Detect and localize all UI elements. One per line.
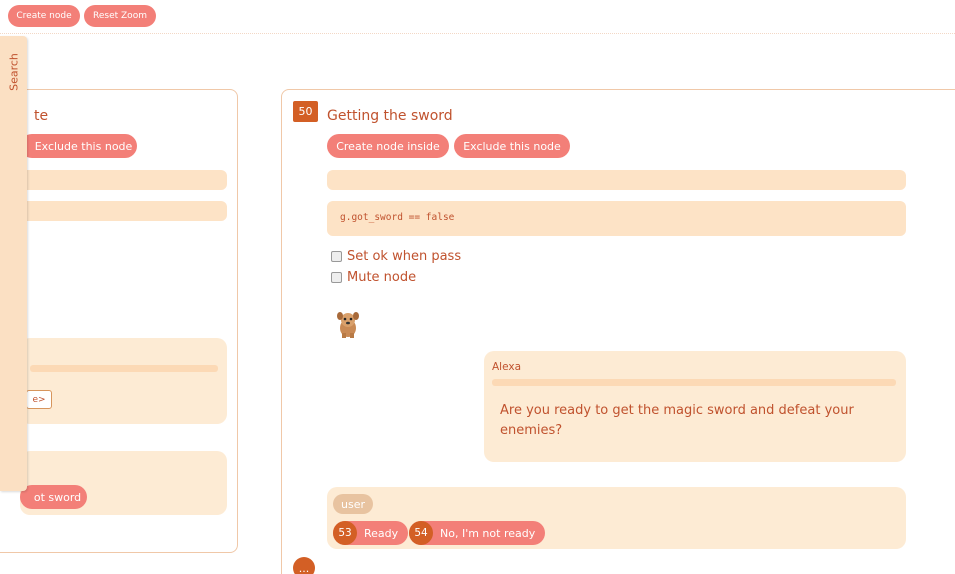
- create-node-button[interactable]: Create node: [8, 5, 80, 27]
- npc-message[interactable]: Are you ready to get the magic sword and…: [500, 401, 890, 441]
- user-tag: user: [333, 494, 373, 514]
- left-condition-field[interactable]: [20, 170, 227, 190]
- left-node-title: te: [34, 108, 49, 124]
- exclude-node-button[interactable]: Exclude this node: [454, 134, 570, 158]
- node-title: Getting the sword: [327, 108, 453, 124]
- left-answer-button[interactable]: ot sword: [20, 485, 87, 509]
- character-avatar-icon: [337, 312, 359, 338]
- answer-button-not-ready[interactable]: 54 No, I'm not ready: [409, 521, 546, 545]
- mute-node-checkbox-row[interactable]: Mute node: [331, 270, 416, 285]
- answer-label: No, I'm not ready: [440, 526, 536, 540]
- reset-zoom-button[interactable]: Reset Zoom: [84, 5, 156, 27]
- node-label-field[interactable]: [327, 170, 906, 190]
- set-ok-label: Set ok when pass: [347, 249, 462, 264]
- condition-code: g.got_sword == false: [340, 212, 455, 223]
- left-exclude-button[interactable]: Exclude this node: [20, 134, 137, 158]
- search-tab-label: Search: [7, 53, 20, 91]
- left-code-field[interactable]: [20, 201, 227, 221]
- condition-field[interactable]: g.got_sword == false: [327, 201, 906, 236]
- mute-node-label: Mute node: [347, 270, 417, 285]
- answer-label: Ready: [364, 526, 399, 540]
- node-id-badge: 50: [293, 101, 318, 122]
- left-npc-block: [20, 338, 227, 424]
- mute-node-checkbox[interactable]: [331, 272, 342, 283]
- set-ok-checkbox-row[interactable]: Set ok when pass: [331, 249, 461, 264]
- search-tab[interactable]: Search: [0, 36, 27, 491]
- answer-button-ready[interactable]: 53 Ready: [333, 521, 409, 545]
- answer-id-badge: 54: [409, 521, 433, 545]
- npc-speaker-name: Alexa: [492, 361, 522, 373]
- create-node-inside-button[interactable]: Create node inside: [327, 134, 449, 158]
- left-inline-button[interactable]: e>: [26, 390, 52, 409]
- set-ok-checkbox[interactable]: [331, 251, 342, 262]
- answer-id-badge: 53: [333, 521, 357, 545]
- more-options-button[interactable]: ...: [293, 557, 315, 574]
- npc-divider: [492, 379, 896, 386]
- left-npc-divider: [30, 365, 218, 372]
